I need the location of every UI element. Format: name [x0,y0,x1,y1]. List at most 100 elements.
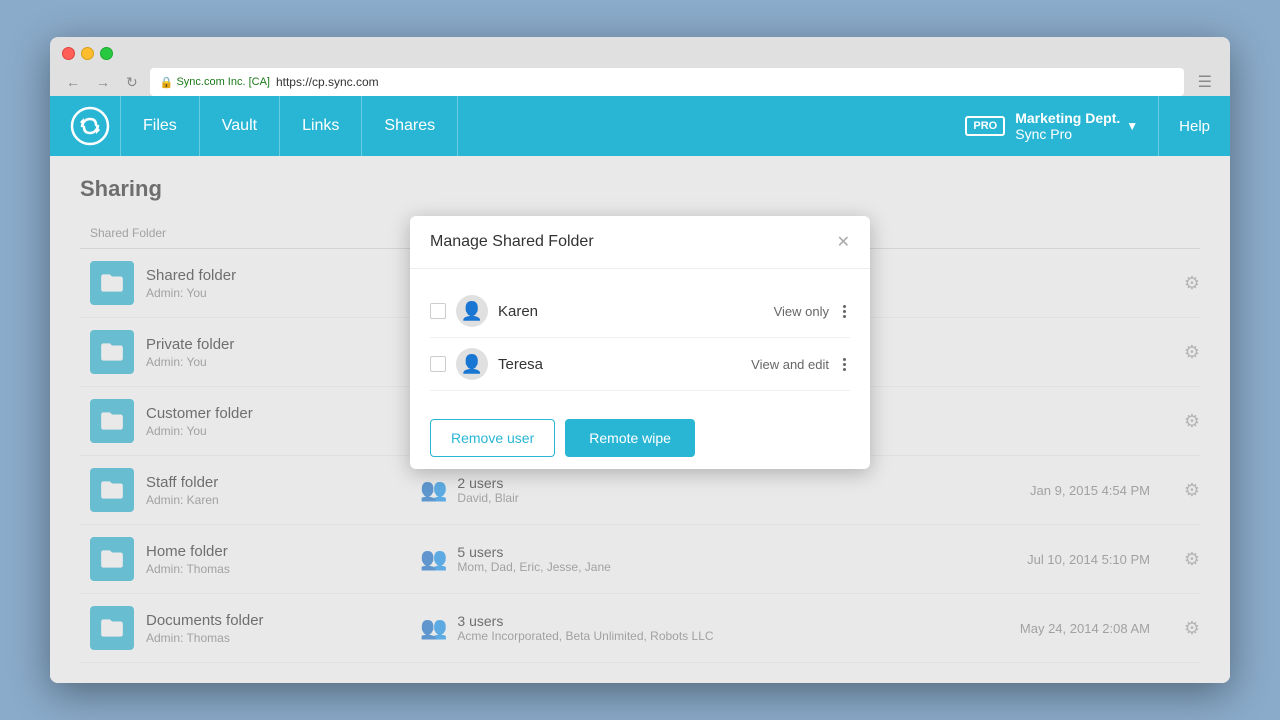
url-text: https://cp.sync.com [276,75,379,89]
remote-wipe-button[interactable]: Remote wipe [565,419,695,457]
folder-info: Staff folder Admin: Karen [146,474,219,507]
folder-icon [90,261,134,305]
nav-shares[interactable]: Shares [362,96,458,156]
folder-admin: Admin: Thomas [146,631,264,645]
folder-cell: Home folder Admin: Thomas [80,537,420,581]
modal-user-row: 👤 Teresa View and edit [430,338,850,391]
users-names: Mom, Dad, Eric, Jesse, Jane [457,560,610,574]
dot [843,315,846,318]
folder-name: Home folder [146,543,230,560]
pro-badge: PRO [965,116,1005,136]
account-plan: Sync Pro [1015,126,1120,142]
page-content: Sharing Shared Folder Users Shared folde… [50,156,1230,683]
nav-files[interactable]: Files [120,96,200,156]
secure-label: Sync.com Inc. [CA] [176,76,270,88]
folder-admin: Admin: Thomas [146,562,230,576]
user-name: Karen [498,303,764,320]
users-icon: 👥 [420,477,447,503]
gear-icon[interactable]: ⚙ [1184,411,1200,431]
manage-folder-modal: Manage Shared Folder ✕ 👤 Karen View only… [410,216,870,469]
gear-icon[interactable]: ⚙ [1184,342,1200,362]
table-row: Home folder Admin: Thomas 👥 5 users Mom,… [80,525,1200,594]
gear-icon[interactable]: ⚙ [1184,273,1200,293]
folder-cell: Shared folder Admin: You [80,261,420,305]
gear-icon[interactable]: ⚙ [1184,480,1200,500]
users-cell: 👥 5 users Mom, Dad, Eric, Jesse, Jane [420,544,950,574]
nav-vault[interactable]: Vault [200,96,280,156]
users-info: 2 users David, Blair [457,475,518,505]
dot [843,305,846,308]
modal-user-row: 👤 Karen View only [430,285,850,338]
folder-name: Shared folder [146,267,236,284]
nav-links: Files Vault Links Shares [120,96,965,156]
date-cell: Jan 9, 2015 4:54 PM [950,483,1150,498]
user-menu-button[interactable] [839,356,850,373]
user-avatar: 👤 [456,348,488,380]
modal-title: Manage Shared Folder [430,233,594,251]
users-icon: 👥 [420,615,447,641]
folder-icon [90,330,134,374]
folder-name: Documents folder [146,612,264,629]
folder-icon [90,468,134,512]
users-cell: 👥 3 users Acme Incorporated, Beta Unlimi… [420,613,950,643]
folder-cell: Documents folder Admin: Thomas [80,606,420,650]
account-dropdown-icon[interactable]: ▼ [1126,119,1138,133]
nav-links-item[interactable]: Links [280,96,362,156]
folder-admin: Admin: You [146,355,234,369]
user-avatar: 👤 [456,295,488,327]
back-button[interactable]: ← [62,72,84,92]
maximize-button[interactable] [100,47,113,60]
folder-icon [90,537,134,581]
account-name: Marketing Dept. [1015,110,1120,126]
users-info: 3 users Acme Incorporated, Beta Unlimite… [457,613,713,643]
gear-icon[interactable]: ⚙ [1184,549,1200,569]
user-checkbox[interactable] [430,356,446,372]
action-cell: ⚙ [1150,273,1200,294]
account-info[interactable]: Marketing Dept. Sync Pro [1015,110,1120,142]
refresh-button[interactable]: ↻ [122,72,142,93]
remove-user-button[interactable]: Remove user [430,419,555,457]
browser-chrome: ← → ↻ 🔒 Sync.com Inc. [CA] https://cp.sy… [50,37,1230,96]
minimize-button[interactable] [81,47,94,60]
action-cell: ⚙ [1150,411,1200,432]
user-avatar-icon: 👤 [461,354,483,375]
modal-close-button[interactable]: ✕ [837,232,850,252]
sync-logo [70,106,110,146]
user-menu-button[interactable] [839,303,850,320]
users-icon: 👥 [420,546,447,572]
dot [843,358,846,361]
gear-icon[interactable]: ⚙ [1184,618,1200,638]
close-button[interactable] [62,47,75,60]
folder-info: Private folder Admin: You [146,336,234,369]
help-link[interactable]: Help [1158,96,1210,156]
folder-info: Home folder Admin: Thomas [146,543,230,576]
users-names: Acme Incorporated, Beta Unlimited, Robot… [457,629,713,643]
action-cell: ⚙ [1150,549,1200,570]
users-info: 5 users Mom, Dad, Eric, Jesse, Jane [457,544,610,574]
folder-name: Staff folder [146,474,219,491]
lock-icon: 🔒 [160,76,174,89]
dot [843,310,846,313]
folder-name: Customer folder [146,405,253,422]
address-bar[interactable]: 🔒 Sync.com Inc. [CA] https://cp.sync.com [150,68,1184,96]
user-permission: View only [774,304,829,319]
table-row: Documents folder Admin: Thomas 👥 3 users… [80,594,1200,663]
user-checkbox[interactable] [430,303,446,319]
users-cell: 👥 2 users David, Blair [420,475,950,505]
modal-header: Manage Shared Folder ✕ [410,216,870,269]
date-cell: May 24, 2014 2:08 AM [950,621,1150,636]
folder-info: Documents folder Admin: Thomas [146,612,264,645]
modal-user-list: 👤 Karen View only 👤 Teresa View and edit [430,285,850,391]
folder-cell: Staff folder Admin: Karen [80,468,420,512]
col-header-folder: Shared Folder [80,226,420,240]
modal-body: 👤 Karen View only 👤 Teresa View and edit [410,269,870,407]
forward-button[interactable]: → [92,72,114,92]
folder-admin: Admin: You [146,286,236,300]
browser-menu-button[interactable]: ☰ [1192,70,1218,94]
action-cell: ⚙ [1150,480,1200,501]
folder-cell: Private folder Admin: You [80,330,420,374]
browser-window: ← → ↻ 🔒 Sync.com Inc. [CA] https://cp.sy… [50,37,1230,683]
users-count: 2 users [457,475,518,491]
address-bar-row: ← → ↻ 🔒 Sync.com Inc. [CA] https://cp.sy… [62,68,1218,96]
dot [843,368,846,371]
